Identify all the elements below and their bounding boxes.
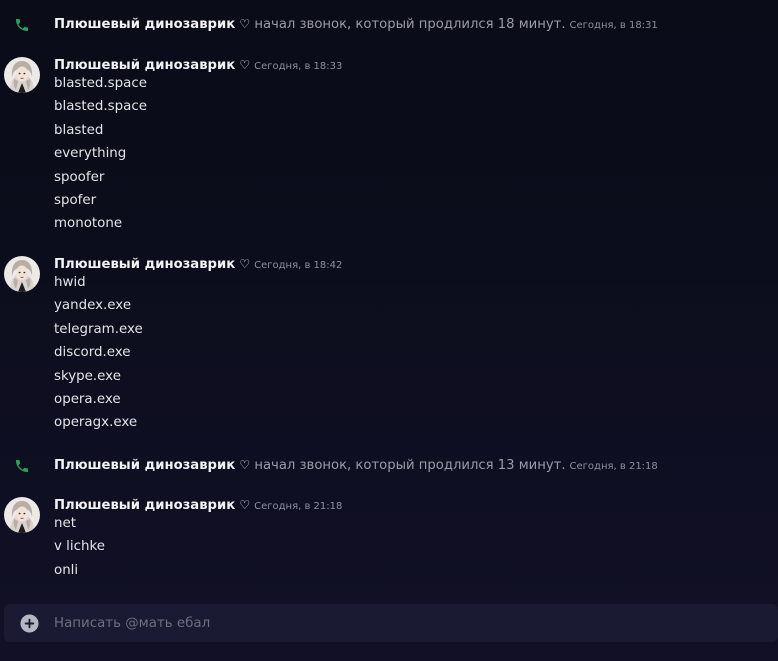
timestamp: Сегодня, в 18:31 xyxy=(569,20,658,31)
message-line: discord.exe xyxy=(54,345,131,361)
username[interactable]: Плюшевый динозаврик xyxy=(54,58,235,73)
message-line: everything xyxy=(54,146,127,162)
message-input[interactable] xyxy=(54,604,754,642)
avatar[interactable] xyxy=(4,256,40,292)
add-attachment-icon[interactable] xyxy=(20,614,39,633)
message-header: Плюшевый динозаврик ♡ Сегодня, в 21:18 xyxy=(54,497,342,515)
message-line: net xyxy=(54,516,76,531)
message-list[interactable]: Плюшевый динозаврик ♡ начал звонок, кото… xyxy=(0,0,778,600)
message-line: spofer xyxy=(54,192,97,208)
timestamp: Сегодня, в 18:33 xyxy=(254,61,343,72)
username[interactable]: Плюшевый динозаврик xyxy=(54,458,235,473)
heart-badge-icon: ♡ xyxy=(239,257,251,271)
phone-icon xyxy=(16,460,28,472)
message-line: opera.exe xyxy=(54,391,121,407)
call-event-text: Плюшевый динозаврик ♡ начал звонок, кото… xyxy=(54,16,658,34)
message-lines: hwid yandex.exe telegram.exe discord.exe… xyxy=(54,275,143,439)
avatar[interactable] xyxy=(4,57,40,93)
avatar[interactable] xyxy=(4,497,40,533)
timestamp: Сегодня, в 18:42 xyxy=(254,260,343,271)
call-event: Плюшевый динозаврик ♡ начал звонок, кото… xyxy=(0,453,778,477)
call-event: Плюшевый динозаврик ♡ начал звонок, кото… xyxy=(0,12,778,36)
message-line: monotone xyxy=(54,216,123,232)
call-description: начал звонок, который продлился 18 минут… xyxy=(254,17,566,32)
message-composer xyxy=(4,604,778,642)
message-line: operagx.exe xyxy=(54,415,138,431)
heart-badge-icon: ♡ xyxy=(239,17,251,31)
message-header: Плюшевый динозаврик ♡ Сегодня, в 18:42 xyxy=(54,256,342,274)
message-line: onli xyxy=(54,562,79,578)
message-line: blasted.space xyxy=(54,76,147,91)
timestamp: Сегодня, в 21:18 xyxy=(254,501,343,512)
message-line: blasted xyxy=(54,122,104,138)
message-line: blasted.space xyxy=(54,99,147,115)
message-line: yandex.exe xyxy=(54,298,132,314)
message-lines: blasted.space blasted.space blasted ever… xyxy=(54,76,147,240)
heart-badge-icon: ♡ xyxy=(239,458,251,472)
username[interactable]: Плюшевый динозаврик xyxy=(54,257,235,272)
message-line: spoofer xyxy=(54,169,105,185)
phone-icon xyxy=(16,19,28,31)
heart-badge-icon: ♡ xyxy=(239,58,251,72)
call-event-text: Плюшевый динозаврик ♡ начал звонок, кото… xyxy=(54,457,658,475)
message-line: hwid xyxy=(54,275,86,290)
call-description: начал звонок, который продлился 13 минут… xyxy=(254,458,566,473)
message-line: telegram.exe xyxy=(54,321,143,337)
message-line: v lichke xyxy=(54,539,105,555)
username[interactable]: Плюшевый динозаврик xyxy=(54,17,235,32)
timestamp: Сегодня, в 21:18 xyxy=(569,461,658,472)
username[interactable]: Плюшевый динозаврик xyxy=(54,498,235,513)
message-line: skype.exe xyxy=(54,368,121,384)
message-lines: net v lichke onli xyxy=(54,516,105,586)
message-header: Плюшевый динозаврик ♡ Сегодня, в 18:33 xyxy=(54,57,342,75)
heart-badge-icon: ♡ xyxy=(239,498,251,512)
